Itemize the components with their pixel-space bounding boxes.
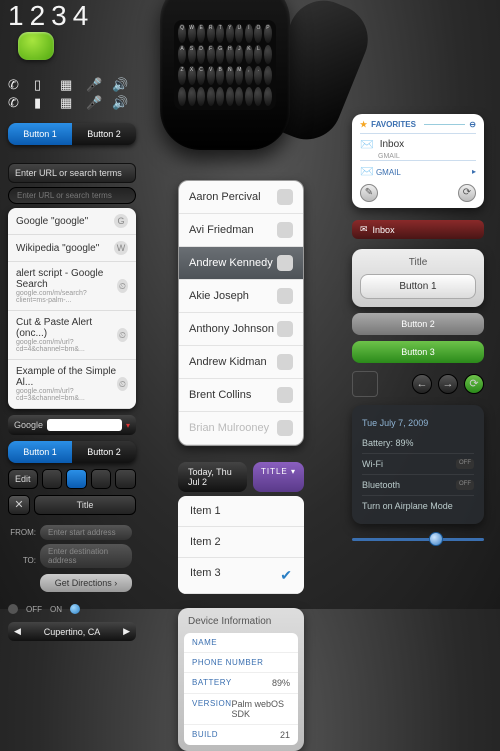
bluetooth-toggle[interactable]: BluetoothOFF <box>362 475 474 496</box>
nav-prev-icon[interactable]: ◀ <box>14 626 21 637</box>
status-battery: Battery: 89% <box>362 433 474 454</box>
contact-icon[interactable]: ▯ <box>34 77 48 91</box>
avatar <box>277 354 293 370</box>
call-icons-row-1: ✆ ▯ ▦ 🎤 🔊 <box>8 77 136 91</box>
title-bar[interactable]: Title <box>34 495 136 515</box>
get-directions-button[interactable]: Get Directions › <box>40 574 132 592</box>
device-illustration: QWERTYUIOPASDFGHJKLZXCVBNM,. <box>160 0 360 170</box>
speaker-icon[interactable]: 🔊 <box>112 95 126 109</box>
from-input[interactable]: Enter start address <box>40 525 132 540</box>
contact-row[interactable]: Brent Collins <box>179 379 303 412</box>
avatar <box>277 420 293 436</box>
suggestion-row[interactable]: alert script - Google Searchgoogle.com/m… <box>8 262 136 311</box>
on-indicator[interactable] <box>70 604 80 614</box>
nav-refresh-icon[interactable]: ⟳ <box>464 374 484 394</box>
panel-button-1[interactable]: Button 1 <box>360 274 476 299</box>
star-icon: ★ <box>360 120 367 129</box>
brightness-slider[interactable] <box>352 534 484 544</box>
view-1-button[interactable] <box>42 469 63 489</box>
play-icon[interactable]: ▸ <box>472 167 476 176</box>
airplane-toggle[interactable]: Turn on Airplane Mode <box>362 496 474 516</box>
nav-next-icon[interactable]: ▶ <box>123 626 130 637</box>
dialer-number: 1234 <box>8 0 94 31</box>
avatar <box>277 189 293 205</box>
view-3-button[interactable] <box>91 469 112 489</box>
wifi-toggle[interactable]: Wi-FiOFF <box>362 454 474 475</box>
contact-row[interactable]: Andrew Kennedy <box>179 247 303 280</box>
button-1[interactable]: Button 1 <box>8 441 72 463</box>
avatar <box>277 222 293 238</box>
panel-button-3[interactable]: Button 3 <box>352 341 484 363</box>
contact-row[interactable]: Anthony Johnson <box>179 313 303 346</box>
placeholder-box <box>352 371 378 397</box>
off-indicator <box>8 604 18 614</box>
edit-button[interactable]: Edit <box>8 469 38 489</box>
url-label: Enter URL or search terms <box>8 163 136 183</box>
compose-icon[interactable]: ✎ <box>360 184 378 202</box>
view-4-button[interactable] <box>115 469 136 489</box>
button-2[interactable]: Button 2 <box>72 441 136 463</box>
device-info-header: Device Information <box>184 614 298 633</box>
mic-icon[interactable]: 🎤 <box>86 77 100 91</box>
avatar <box>277 288 293 304</box>
suggestion-row[interactable]: Wikipedia "google"W <box>8 235 136 262</box>
call-icons-row-2: ✆ ▮ ▦ 🎤 🔊 <box>8 95 136 109</box>
contact-row[interactable]: Avi Friedman <box>179 214 303 247</box>
url-input[interactable]: Enter URL or search terms <box>8 187 136 204</box>
call-button[interactable] <box>18 32 54 60</box>
mail-icon: ✉️ <box>360 138 374 151</box>
check-icon: ✔ <box>280 567 292 584</box>
gmail-icon: ✉️ <box>360 166 374 178</box>
panel-title: Title <box>360 257 476 268</box>
contact-row[interactable]: Aaron Percival <box>179 181 303 214</box>
title-pill[interactable]: TITLE ▾ <box>253 462 304 492</box>
to-label: TO: <box>8 556 36 565</box>
view-2-button[interactable] <box>66 469 87 489</box>
refresh-icon[interactable]: ⟳ <box>458 184 476 202</box>
tab-button-2[interactable]: Button 2 <box>72 123 136 145</box>
google-input[interactable] <box>47 419 122 431</box>
tab-button-1[interactable]: Button 1 <box>8 123 72 145</box>
nav-back-icon[interactable]: ← <box>412 374 432 394</box>
list-item[interactable]: Item 1 <box>178 496 304 527</box>
avatar <box>277 255 293 271</box>
nav-location: Cupertino, CA <box>44 627 101 637</box>
speaker-icon[interactable]: 🔊 <box>112 77 126 91</box>
dropdown-icon[interactable]: ▾ <box>126 421 130 430</box>
suggestion-row[interactable]: Google "google"G <box>8 208 136 235</box>
from-label: FROM: <box>8 528 36 537</box>
avatar <box>277 321 293 337</box>
nav-fwd-icon[interactable]: → <box>438 374 458 394</box>
list-item[interactable]: Item 2 <box>178 527 304 558</box>
contact-row[interactable]: Akie Joseph <box>179 280 303 313</box>
contact-active-icon[interactable]: ▮ <box>34 95 48 109</box>
mic-mute-icon[interactable]: 🎤 <box>86 95 100 109</box>
google-search-bar: Google ▾ <box>8 415 136 435</box>
avatar <box>277 387 293 403</box>
date-pill[interactable]: Today, Thu Jul 2 <box>178 462 247 492</box>
panel-button-2[interactable]: Button 2 <box>352 313 484 335</box>
to-input[interactable]: Enter destination address <box>40 544 132 568</box>
mail-icon: ✉ <box>360 224 368 235</box>
contact-row[interactable]: Brian Mulrooney <box>179 412 303 445</box>
phone-add-icon[interactable]: ✆ <box>8 77 22 91</box>
suggestion-row[interactable]: Cut & Paste Alert (onc...)google.com/m/u… <box>8 311 136 360</box>
contact-row[interactable]: Andrew Kidman <box>179 346 303 379</box>
keypad-icon[interactable]: ▦ <box>60 95 74 109</box>
status-date: Tue July 7, 2009 <box>362 413 474 433</box>
google-logo: Google <box>14 420 43 430</box>
keypad-icon[interactable]: ▦ <box>60 77 74 91</box>
inbox-bar[interactable]: ✉Inbox <box>352 220 484 239</box>
suggestion-row[interactable]: Example of the Simple Al...google.com/m/… <box>8 360 136 409</box>
phone-add-icon[interactable]: ✆ <box>8 95 22 109</box>
list-item[interactable]: Item 3✔ <box>178 558 304 594</box>
close-button[interactable]: ✕ <box>8 495 30 515</box>
collapse-icon[interactable]: ⊖ <box>469 120 476 129</box>
